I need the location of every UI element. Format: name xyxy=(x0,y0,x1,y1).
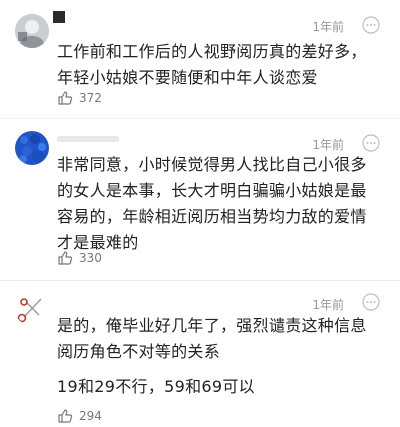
like-count: 330 xyxy=(79,251,102,265)
more-icon[interactable] xyxy=(362,16,380,34)
divider xyxy=(0,280,400,281)
comment-time: 1年前 xyxy=(312,138,344,152)
username-redacted[interactable] xyxy=(57,136,119,142)
like-button[interactable]: 330 xyxy=(57,248,102,268)
username-redacted[interactable] xyxy=(53,11,65,23)
comment-time: 1年前 xyxy=(312,298,344,312)
comment-text: 工作前和工作后的人视野阅历真的差好多，年轻小姑娘不要随便和中年人谈恋爱 xyxy=(57,42,367,87)
thumbs-up-icon xyxy=(58,91,73,105)
avatar-image xyxy=(15,14,49,48)
divider xyxy=(0,118,400,119)
comment-text-extra: 19和29不行，59和69可以 xyxy=(57,377,255,396)
like-button[interactable]: 294 xyxy=(57,406,102,426)
avatar-image xyxy=(15,131,49,165)
comment-text: 是的，俺毕业好几年了，强烈谴责这种信息阅历角色不对等的关系 xyxy=(57,316,367,361)
avatar[interactable] xyxy=(15,131,49,165)
more-icon[interactable] xyxy=(362,134,380,152)
more-icon[interactable] xyxy=(362,293,380,311)
comment-text: 非常同意，小时候觉得男人找比自己小很多的女人是本事，长大才明白骗骗小姑娘是最容易… xyxy=(57,155,367,252)
thumbs-up-icon xyxy=(58,251,73,265)
avatar[interactable] xyxy=(15,14,49,48)
like-button[interactable]: 372 xyxy=(57,88,102,108)
thumbs-up-icon xyxy=(58,409,73,423)
scissors-avatar-image xyxy=(15,292,49,326)
like-count: 294 xyxy=(79,409,102,423)
comment-time: 1年前 xyxy=(312,20,344,34)
like-count: 372 xyxy=(79,91,102,105)
avatar[interactable] xyxy=(15,292,49,326)
